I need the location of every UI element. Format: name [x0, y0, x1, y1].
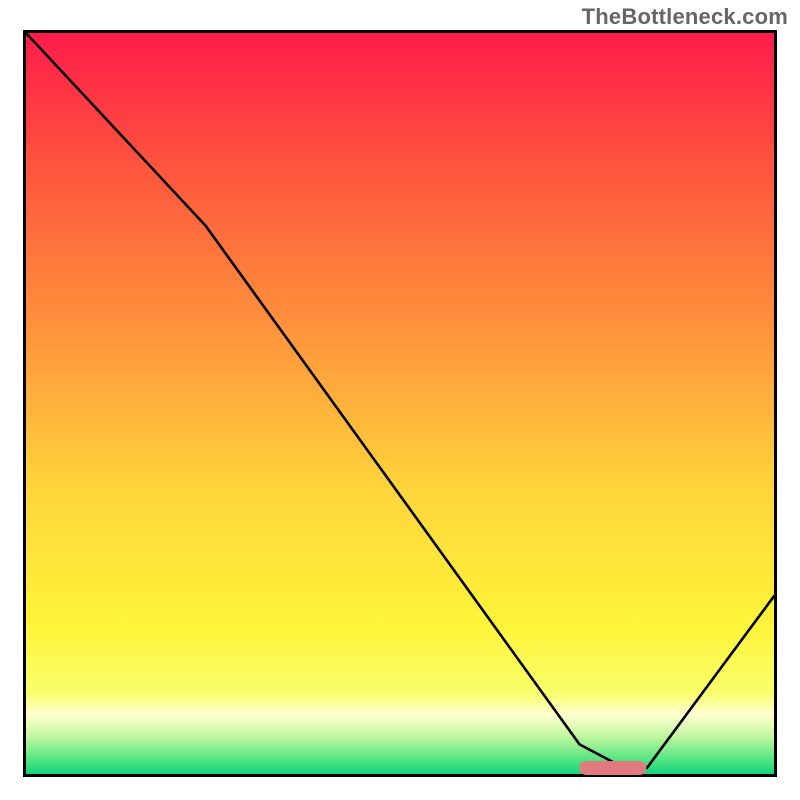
root: { "watermark": { "text": "TheBottleneck.… [0, 0, 800, 800]
gradient-rect [26, 33, 774, 774]
watermark-text: TheBottleneck.com [582, 4, 788, 30]
bottleneck-marker [580, 761, 647, 775]
plot-area [26, 33, 774, 774]
chart-svg [26, 33, 774, 774]
plot-frame [23, 30, 777, 777]
